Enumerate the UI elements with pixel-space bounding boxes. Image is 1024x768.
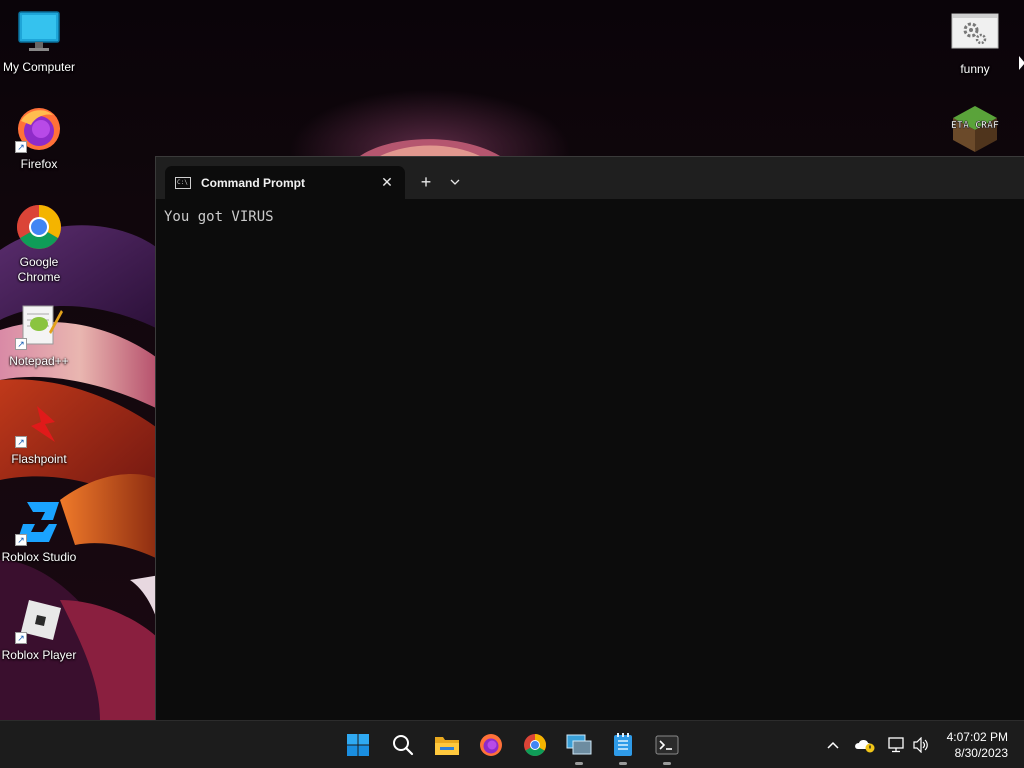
clock-date: 8/30/2023 — [954, 746, 1008, 760]
desktop-icon-google-chrome[interactable]: Google Chrome — [0, 203, 78, 285]
running-indicator — [619, 762, 627, 765]
firefox-icon — [480, 734, 502, 756]
desktop-icon-label: My Computer — [2, 60, 76, 74]
window-titlebar[interactable]: C:\ Command Prompt ✕ + — [156, 157, 1024, 199]
taskbar-clock[interactable]: 4:07:02 PM 8/30/2023 — [947, 729, 1008, 761]
terminal-output-line: You got VIRUS — [164, 209, 274, 225]
desktop-icon-label: Flashpoint — [11, 452, 67, 466]
settings-file-icon — [951, 10, 999, 58]
taskbar-notepad-button[interactable] — [607, 729, 639, 765]
taskbar-terminal-button[interactable] — [651, 729, 683, 765]
tab-title: Command Prompt — [201, 175, 306, 190]
command-prompt-window[interactable]: C:\ Command Prompt ✕ + You got VIRUS — [155, 156, 1024, 720]
chrome-icon — [524, 734, 546, 756]
desktop-icon-label: Firefox — [20, 157, 58, 171]
tray-overflow-chevron-icon[interactable] — [821, 733, 845, 757]
windows-start-icon — [347, 734, 369, 756]
chevron-down-icon[interactable] — [444, 170, 466, 194]
taskbar-file-explorer-button[interactable] — [431, 729, 463, 761]
clock-time: 4:07:02 PM — [946, 730, 1008, 744]
monitor-icon — [15, 8, 63, 56]
shortcut-arrow-icon: ↗ — [15, 632, 27, 644]
mouse-cursor-icon — [1019, 56, 1024, 70]
notepad-plus-plus-icon: ↗ — [15, 302, 63, 350]
desktop-icon-firefox[interactable]: ↗ Firefox — [0, 105, 78, 172]
terminal-icon — [655, 735, 679, 755]
roblox-player-icon: ↗ — [15, 596, 63, 644]
desktop-icon-label: Roblox Studio — [1, 550, 77, 564]
desktop-icon-roblox-player[interactable]: ↗ Roblox Player — [0, 596, 78, 663]
vm-icon — [566, 734, 592, 755]
desktop-icon-label: funny — [960, 62, 990, 76]
firefox-icon: ↗ — [15, 105, 63, 153]
flashpoint-icon: ↗ — [15, 400, 63, 448]
notepad-icon — [614, 733, 632, 756]
desktop-icon-my-computer[interactable]: My Computer — [0, 8, 78, 75]
shortcut-arrow-icon: ↗ — [15, 141, 27, 153]
volume-icon[interactable] — [909, 733, 933, 757]
taskbar: 4:07:02 PM 8/30/2023 — [0, 720, 1024, 768]
running-indicator — [663, 762, 671, 765]
tab-command-prompt[interactable]: C:\ Command Prompt ✕ — [165, 166, 405, 199]
folder-icon — [435, 737, 459, 755]
terminal-output[interactable]: You got VIRUS — [156, 199, 1024, 720]
desktop-icon-betacraft[interactable]: BETA CRAFT — [936, 104, 1014, 152]
desktop-icon-funny[interactable]: funny — [936, 10, 1014, 77]
svg-text:BETA CRAFT: BETA CRAFT — [951, 120, 999, 131]
new-tab-button[interactable]: + — [414, 170, 438, 194]
desktop-icon-roblox-studio[interactable]: ↗ Roblox Studio — [0, 498, 78, 565]
shortcut-arrow-icon: ↗ — [15, 338, 27, 350]
desktop-icon-label: Google Chrome — [17, 255, 61, 284]
running-indicator — [575, 762, 583, 765]
taskbar-search-button[interactable] — [387, 729, 419, 761]
taskbar-virtual-machine-button[interactable] — [563, 729, 595, 765]
shortcut-arrow-icon: ↗ — [15, 534, 27, 546]
taskbar-chrome-button[interactable] — [519, 729, 551, 761]
close-tab-icon[interactable]: ✕ — [375, 171, 399, 195]
network-icon[interactable] — [885, 733, 909, 757]
shortcut-arrow-icon: ↗ — [15, 436, 27, 448]
onedrive-warning-icon[interactable] — [853, 733, 877, 757]
desktop-icon-label: Roblox Player — [1, 648, 77, 662]
roblox-studio-icon: ↗ — [15, 498, 63, 546]
taskbar-start-button[interactable] — [342, 729, 374, 761]
chrome-icon — [15, 203, 63, 251]
taskbar-firefox-button[interactable] — [475, 729, 507, 761]
search-icon — [393, 735, 414, 756]
desktop-icon-notepad-plus-plus[interactable]: ↗ Notepad++ — [0, 302, 78, 369]
betacraft-icon: BETA CRAFT — [945, 104, 1005, 152]
desktop-icon-flashpoint[interactable]: ↗ Flashpoint — [0, 400, 78, 467]
desktop-icon-label: Notepad++ — [9, 354, 69, 368]
cmd-icon: C:\ — [175, 176, 191, 189]
